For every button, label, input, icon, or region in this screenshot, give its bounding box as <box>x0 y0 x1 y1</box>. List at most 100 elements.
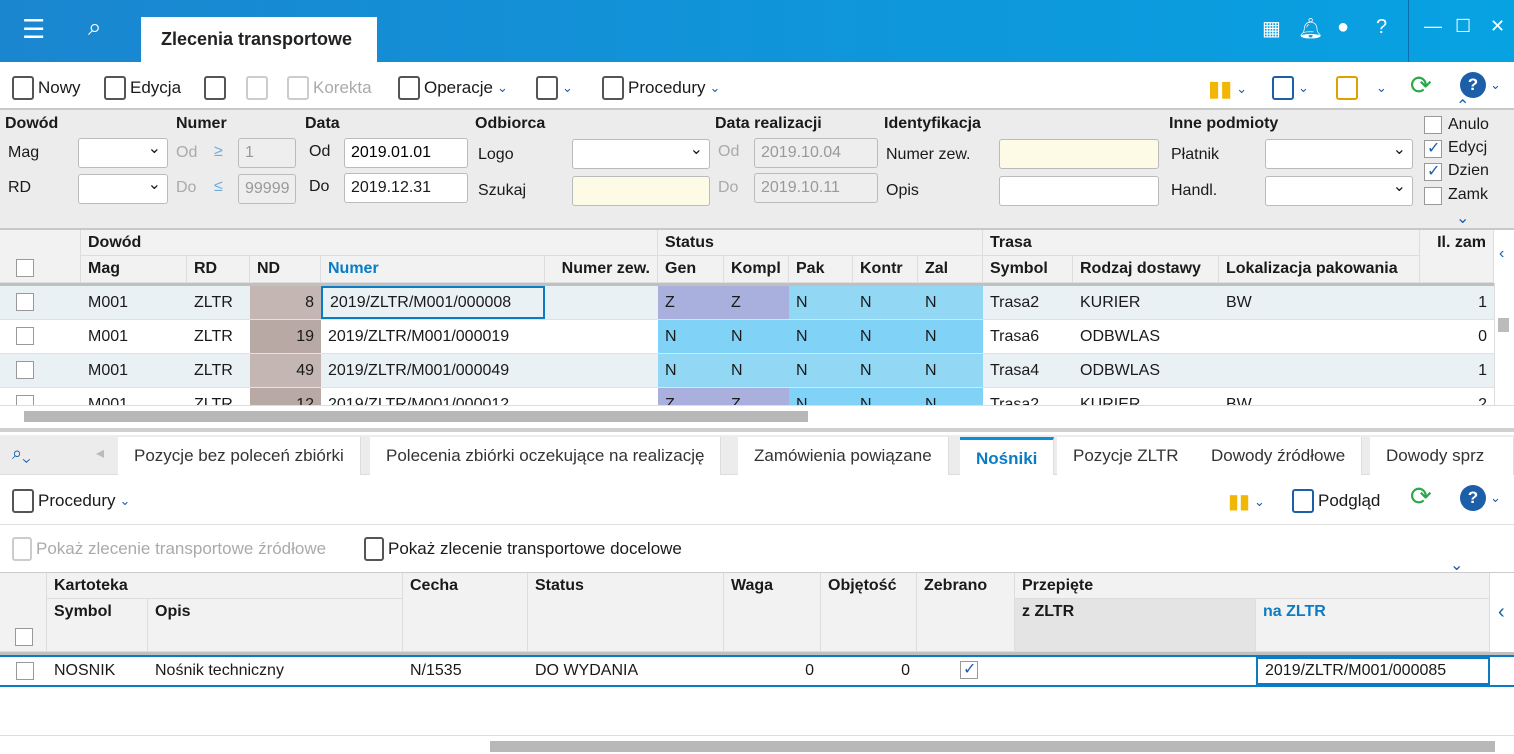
preview-button[interactable] <box>204 76 226 100</box>
row-checkbox[interactable] <box>16 662 34 680</box>
column-header[interactable]: ND <box>250 256 321 283</box>
column-header[interactable]: Numer zew. <box>545 256 658 283</box>
tabs-left-icon[interactable]: ◂ <box>96 443 104 463</box>
column-header[interactable]: Mag <box>81 256 187 283</box>
column-header[interactable]: Il. zam <box>1420 230 1494 283</box>
settings-button[interactable]: ⌄ <box>1336 76 1387 100</box>
flag-checkbox-zamk[interactable] <box>1424 187 1442 205</box>
column-header[interactable]: Numer <box>321 256 545 283</box>
correct-button[interactable]: Korekta <box>287 76 372 100</box>
select-all-checkbox[interactable] <box>15 628 33 646</box>
flag-checkbox-dzien[interactable] <box>1424 161 1442 181</box>
maximize-icon[interactable]: ☐ <box>1455 16 1471 37</box>
cell[interactable]: 2019/ZLTR/M001/000008 <box>321 286 545 319</box>
detail-refresh-button[interactable]: ⟳ <box>1410 481 1432 512</box>
procedures-button[interactable]: Procedury ⌄ <box>602 76 720 100</box>
vertical-scrollbar[interactable] <box>1494 283 1514 405</box>
steps-button[interactable]: ⌄ <box>536 76 573 100</box>
chart-button[interactable]: ▮▮ ⌄ <box>1208 76 1247 102</box>
scroll-up-icon[interactable]: ⌃ <box>1456 96 1469 116</box>
tab-7[interactable]: Dowody sprz <box>1370 437 1514 475</box>
column-header[interactable]: Kompl <box>724 256 789 283</box>
trader-select[interactable] <box>1265 173 1413 206</box>
column-header[interactable]: Lokalizacja pakowania <box>1219 256 1420 283</box>
numer-from-input[interactable]: 1 <box>238 138 296 168</box>
zebrano-checkbox[interactable] <box>960 659 978 679</box>
horizontal-scroll-thumb[interactable] <box>24 411 808 422</box>
column-header[interactable]: Objętość <box>821 573 917 652</box>
search-view-icon[interactable]: ⌕⌄ <box>12 443 31 464</box>
column-header[interactable]: Opis <box>148 599 403 652</box>
minimize-icon[interactable]: — <box>1424 16 1442 37</box>
flag-checkbox-edycja[interactable] <box>1424 138 1442 158</box>
mag-select[interactable] <box>78 135 168 168</box>
help-icon[interactable]: ? <box>1376 16 1387 39</box>
preview-button[interactable]: Podgląd <box>1292 489 1380 513</box>
refresh-button[interactable]: ⟳ <box>1410 70 1432 101</box>
horizontal-scrollbar[interactable] <box>0 405 1514 425</box>
help-button[interactable]: ? ⌄ <box>1460 72 1501 98</box>
menu-icon[interactable]: ☰ <box>22 14 45 45</box>
column-header[interactable]: Cecha <box>403 573 528 652</box>
logo-select[interactable] <box>572 136 710 169</box>
rd-select[interactable] <box>78 171 168 204</box>
table-row[interactable]: M001 ZLTR 8 2019/ZLTR/M001/000008 Z Z N N N Trasa… <box>0 286 1494 320</box>
realizacja-to-input[interactable]: 2019.10.11 <box>754 173 878 203</box>
realizacja-from-input[interactable]: 2019.10.04 <box>754 138 878 168</box>
search-icon[interactable]: ⌕ <box>88 14 101 42</box>
collapse-left-icon[interactable]: ‹ <box>1499 245 1504 263</box>
column-header[interactable]: Symbol <box>983 256 1073 283</box>
column-header[interactable]: Kontr <box>853 256 918 283</box>
horizontal-scroll-thumb[interactable] <box>490 741 1495 752</box>
tab-1[interactable]: Pozycje bez poleceń zbiórki <box>118 437 361 475</box>
splitter[interactable] <box>0 428 1514 432</box>
bell-icon[interactable]: 🔔︎ <box>1298 16 1323 41</box>
column-header[interactable]: Gen <box>658 256 724 283</box>
vertical-scroll-thumb[interactable] <box>1498 318 1509 332</box>
date-to-input[interactable]: 2019.12.31 <box>344 173 468 203</box>
table-row[interactable]: M001 ZLTR 19 2019/ZLTR/M001/000019 N N N N N Tras… <box>0 320 1494 354</box>
row-checkbox[interactable] <box>16 293 34 311</box>
layout-button[interactable]: ⌄ <box>1272 76 1309 100</box>
column-header[interactable]: Pak <box>789 256 853 283</box>
user-icon[interactable]: ● <box>1337 16 1349 39</box>
column-header[interactable]: z ZLTR <box>1015 599 1256 652</box>
show-source-button[interactable]: Pokaż zlecenie transportowe źródłowe <box>12 537 326 561</box>
scroll-down-icon[interactable]: ⌄ <box>1456 208 1469 228</box>
column-header[interactable]: Zebrano <box>917 573 1015 652</box>
select-all-checkbox[interactable] <box>16 259 34 277</box>
operations-button[interactable]: Operacje ⌄ <box>398 76 508 100</box>
cell[interactable]: 2019/ZLTR/M001/000049 <box>321 354 545 387</box>
show-target-button[interactable]: Pokaż zlecenie transportowe docelowe <box>364 537 682 561</box>
collapse-left-icon[interactable]: ‹ <box>1498 601 1505 624</box>
cell[interactable]: 2019/ZLTR/M001/000085 <box>1256 657 1490 685</box>
apps-grid-icon[interactable]: ▦ <box>1262 16 1281 41</box>
row-checkbox[interactable] <box>16 327 34 345</box>
delete-button[interactable] <box>246 76 268 100</box>
close-icon[interactable]: ✕ <box>1490 16 1505 37</box>
app-tab[interactable]: Zlecenia transportowe <box>141 17 377 62</box>
column-header[interactable]: na ZLTR <box>1256 599 1490 652</box>
horizontal-scrollbar[interactable] <box>0 735 1514 754</box>
table-row[interactable]: M001 ZLTR 49 2019/ZLTR/M001/000049 N N N N N Tras… <box>0 354 1494 388</box>
column-header[interactable]: Symbol <box>47 599 148 652</box>
edit-button[interactable]: Edycja <box>104 76 181 100</box>
cell[interactable]: 2019/ZLTR/M001/000019 <box>321 320 545 353</box>
column-header[interactable]: Waga <box>724 573 821 652</box>
ext-number-input[interactable] <box>999 139 1159 169</box>
payer-select[interactable] <box>1265 136 1413 169</box>
table-row[interactable]: NOSNIK Nośnik techniczny N/1535 DO WYDANIA 0… <box>0 655 1514 687</box>
column-header[interactable]: RD <box>187 256 250 283</box>
flag-checkbox-anul[interactable] <box>1424 116 1442 134</box>
desc-input[interactable] <box>999 176 1159 206</box>
search-input[interactable] <box>572 176 710 206</box>
tab-4[interactable]: Nośniki <box>960 437 1055 475</box>
column-header[interactable]: Zal <box>918 256 983 283</box>
detail-help-button[interactable]: ? ⌄ <box>1460 485 1501 511</box>
detail-procedures-button[interactable]: Procedury ⌄ <box>12 489 130 513</box>
row-checkbox[interactable] <box>16 361 34 379</box>
column-header[interactable]: Rodzaj dostawy <box>1073 256 1219 283</box>
detail-chart-button[interactable]: ▮▮ ⌄ <box>1228 489 1265 514</box>
numer-to-input[interactable]: 99999 <box>238 174 296 204</box>
date-from-input[interactable]: 2019.01.01 <box>344 138 468 168</box>
